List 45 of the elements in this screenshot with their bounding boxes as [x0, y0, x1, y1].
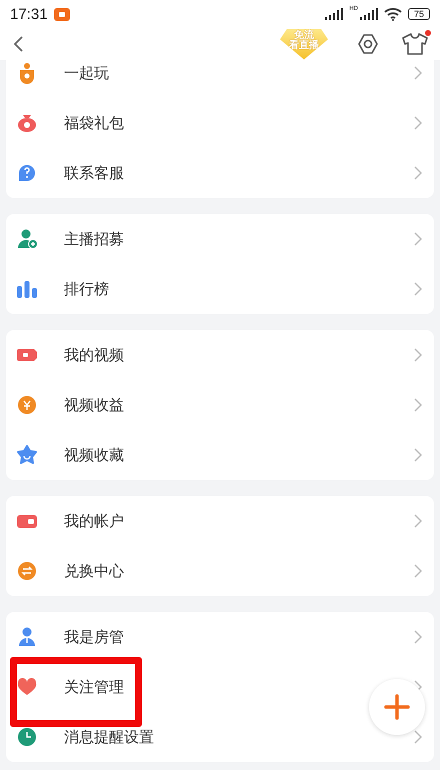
chevron-icon — [414, 564, 422, 578]
menu-item[interactable]: 一起玩 — [6, 60, 434, 98]
menu-item[interactable]: 消息提醒设置 — [6, 712, 434, 762]
add-user-icon — [16, 228, 38, 250]
gift-bag-icon — [16, 112, 38, 134]
exchange-icon — [16, 560, 38, 582]
menu-item[interactable]: 我是房管 — [6, 612, 434, 662]
plus-icon — [384, 694, 410, 720]
menu-item[interactable]: 主播招募 — [6, 214, 434, 264]
chevron-icon — [414, 398, 422, 412]
chevron-icon — [414, 116, 422, 130]
menu-item[interactable]: 排行榜 — [6, 264, 434, 314]
menu-item[interactable]: 我的帐户 — [6, 496, 434, 546]
menu-item[interactable]: 关注管理 — [6, 662, 434, 712]
menu-item[interactable]: 我的视频 — [6, 330, 434, 380]
chevron-icon — [414, 282, 422, 296]
chevron-icon — [414, 232, 422, 246]
clock-icon — [16, 726, 38, 748]
menu-item[interactable]: 视频收益 — [6, 380, 434, 430]
chevron-icon — [414, 348, 422, 362]
menu-item[interactable]: 福袋礼包 — [6, 98, 434, 148]
yuan-icon — [16, 394, 38, 416]
heart-icon — [16, 676, 38, 698]
chevron-icon — [414, 66, 422, 80]
t-shirt-icon[interactable] — [402, 33, 428, 55]
menu-item[interactable]: 兑换中心 — [6, 546, 434, 596]
settings-icon[interactable] — [356, 32, 380, 56]
signal-icon — [360, 8, 378, 20]
chevron-icon — [414, 514, 422, 528]
signal-icon — [325, 8, 344, 20]
chevron-icon — [414, 448, 422, 462]
battery-indicator: 75 — [408, 8, 430, 20]
notification-icon — [54, 8, 70, 20]
chevron-icon — [414, 630, 422, 644]
chevron-icon — [414, 730, 422, 744]
menu-item[interactable]: 视频收藏 — [6, 430, 434, 480]
bar-chart-icon — [16, 278, 38, 300]
back-icon[interactable] — [12, 35, 24, 53]
user-icon — [16, 626, 38, 648]
help-icon — [16, 162, 38, 184]
menu-item[interactable]: 联系客服 — [6, 148, 434, 198]
wifi-icon — [384, 8, 402, 20]
chevron-icon — [414, 166, 422, 180]
clock-time: 17:31 — [10, 6, 48, 22]
flower-icon — [16, 444, 38, 466]
